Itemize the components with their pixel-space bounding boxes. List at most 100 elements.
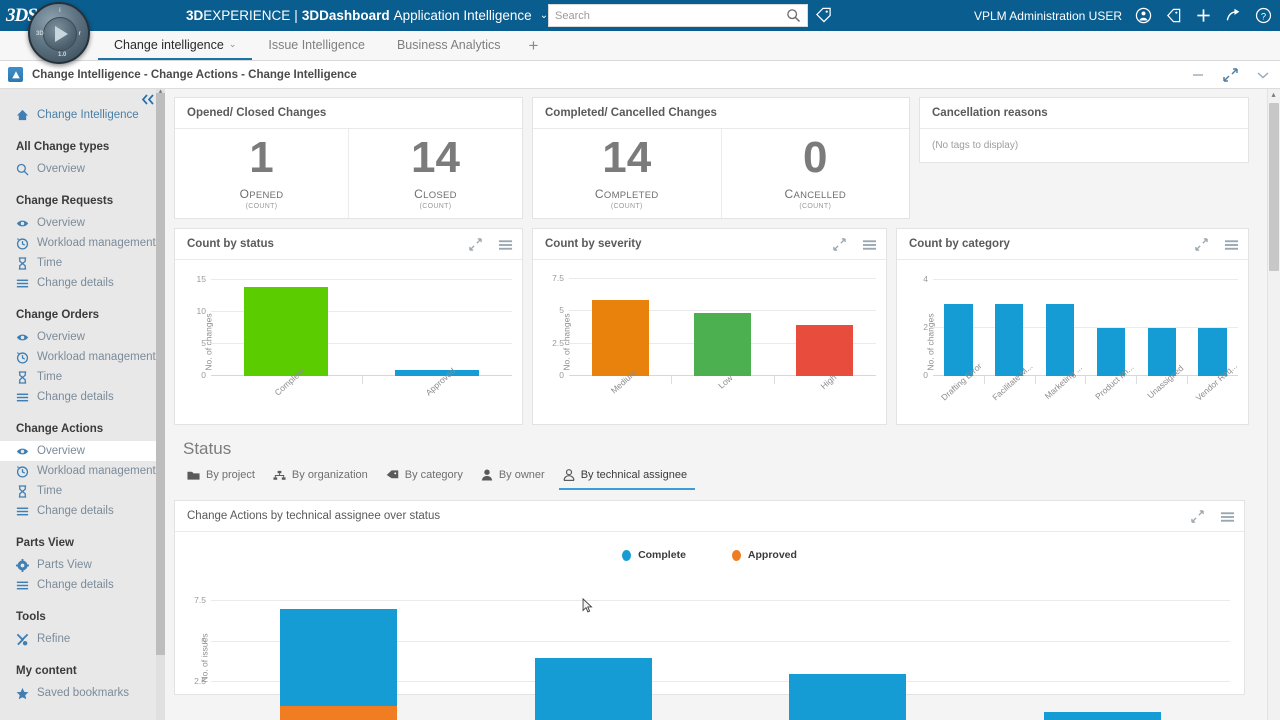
tag-icon[interactable] (815, 6, 832, 28)
kpi-label-rest: ANCELLED (793, 190, 846, 201)
chart-row: Count by status No. of changes 051015 Co… (174, 228, 1258, 425)
bar-segment-complete[interactable] (1044, 712, 1161, 720)
sidebar-item-change-details[interactable]: Change details (0, 575, 165, 595)
expand-icon[interactable] (1223, 68, 1238, 82)
person-icon (481, 469, 493, 481)
sidebar-item-refine[interactable]: Refine (0, 629, 165, 649)
stacked-bar[interactable] (1044, 712, 1161, 720)
y-axis-tick: 5 (559, 305, 564, 315)
kpi-value: 14 (602, 137, 651, 179)
search-input[interactable] (549, 5, 779, 26)
sidebar-item-change-intelligence[interactable]: Change Intelligence (0, 105, 165, 125)
tag-icon[interactable] (1165, 7, 1182, 24)
card-assignee-over-status: Change Actions by technical assignee ove… (174, 500, 1245, 695)
add-tab-button[interactable]: + (516, 31, 550, 60)
sidebar-item-time[interactable]: Time (0, 367, 165, 387)
kpi-unit: (COUNT) (246, 203, 278, 210)
chart-count-by-status: No. of changes 051015 CompleteApproved (175, 260, 522, 424)
compass-east-label: r (79, 31, 81, 37)
help-icon[interactable]: ? (1255, 7, 1272, 24)
sidebar-item-workload-management[interactable]: Workload management (0, 461, 165, 481)
sidebar-group-tools: Tools (0, 609, 165, 624)
bar[interactable] (1046, 304, 1074, 376)
x-label-slot: Low (671, 376, 773, 420)
clock-icon (16, 351, 29, 364)
sidebar-item-change-details[interactable]: Change details (0, 501, 165, 521)
sidebar-item-workload-management[interactable]: Workload management (0, 347, 165, 367)
bar[interactable] (592, 300, 649, 376)
status-tab-by-project[interactable]: By project (183, 465, 269, 490)
kpi-label: OPENED (240, 187, 284, 201)
bar-segment-complete[interactable] (535, 658, 652, 720)
bar-slot (569, 270, 671, 376)
stacked-bar[interactable] (789, 674, 906, 720)
sidebar-collapse-button[interactable] (141, 94, 155, 108)
card-actions (1195, 229, 1239, 260)
bar-segment-approved[interactable] (280, 706, 397, 720)
sidebar-item-workload-management[interactable]: Workload management (0, 233, 165, 253)
legend-item-complete[interactable]: Complete (622, 549, 686, 561)
bar[interactable] (944, 304, 972, 376)
menu-icon[interactable] (1224, 239, 1239, 251)
menu-icon[interactable] (862, 239, 877, 251)
tools-icon (16, 633, 29, 646)
bar[interactable] (995, 304, 1023, 376)
scroll-up-icon[interactable]: ▴ (1269, 90, 1278, 102)
chevron-down-icon[interactable]: ⌄ (540, 10, 548, 21)
sidebar-item-overview[interactable]: Overview (0, 441, 165, 461)
sidebar-item-change-details[interactable]: Change details (0, 273, 165, 293)
compass-button[interactable]: i 3D r 1.0 (28, 2, 90, 64)
bar[interactable] (796, 325, 853, 376)
sidebar-item-overview[interactable]: Overview (0, 159, 165, 179)
user-name[interactable]: VPLM Administration USER (974, 9, 1122, 23)
brand-suffix: EXPERIENCE (203, 8, 290, 23)
user-icon[interactable] (1135, 7, 1152, 24)
status-tab-by-category[interactable]: By category (382, 465, 477, 490)
x-label-slot: Approved (362, 376, 513, 420)
sidebar-item-time[interactable]: Time (0, 481, 165, 501)
content-scroll-thumb[interactable] (1269, 103, 1279, 271)
sidebar-scroll-thumb[interactable] (156, 93, 165, 655)
sidebar-item-overview[interactable]: Overview (0, 327, 165, 347)
menu-icon[interactable] (1220, 511, 1235, 523)
expand-icon[interactable] (469, 238, 482, 251)
chevron-down-icon[interactable] (1256, 70, 1270, 80)
content-scrollbar[interactable]: ▴ ▾ (1267, 89, 1280, 720)
stacked-bar[interactable] (535, 658, 652, 720)
star-icon (16, 687, 29, 700)
tab-issue-intelligence[interactable]: Issue Intelligence (252, 31, 381, 60)
expand-icon[interactable] (1195, 238, 1208, 251)
sidebar-item-parts-view[interactable]: Parts View (0, 555, 165, 575)
expand-icon[interactable] (1191, 510, 1204, 523)
stacked-bar[interactable] (280, 609, 397, 720)
search-icon[interactable] (779, 5, 807, 26)
status-tab-by-owner[interactable]: By owner (477, 465, 559, 490)
sidebar-scrollbar[interactable]: ▴ (156, 89, 165, 720)
tab-business-analytics[interactable]: Business Analytics (381, 31, 517, 60)
bar-segment-complete[interactable] (280, 609, 397, 705)
search-icon (16, 163, 29, 176)
share-icon[interactable] (1225, 7, 1242, 24)
kpi-opened: 1 OPENED (COUNT) (175, 129, 348, 218)
bar-segment-complete[interactable] (789, 674, 906, 720)
status-tab-by-technical-assignee[interactable]: By technical assignee (559, 465, 695, 490)
sidebar-item-change-details[interactable]: Change details (0, 387, 165, 407)
legend-item-approved[interactable]: Approved (732, 549, 797, 561)
sidebar-item-time[interactable]: Time (0, 253, 165, 273)
plus-icon[interactable] (1195, 7, 1212, 24)
global-search[interactable] (548, 4, 808, 27)
chevron-down-icon[interactable]: ⌄ (229, 39, 237, 50)
status-tab-by-organization[interactable]: By organization (269, 465, 382, 490)
x-label-slot: Facilitate M... (984, 376, 1035, 420)
minimize-icon[interactable] (1191, 69, 1205, 81)
sidebar-item-saved-bookmarks[interactable]: Saved bookmarks (0, 683, 165, 703)
kpi-completed: 14 COMPLETED (COUNT) (533, 129, 721, 218)
tab-label: Business Analytics (397, 38, 501, 52)
x-label-slot: Medium (569, 376, 671, 420)
tab-change-intelligence[interactable]: Change intelligence ⌄ (98, 31, 252, 60)
bar[interactable] (694, 313, 751, 376)
menu-icon[interactable] (498, 239, 513, 251)
sidebar-item-overview[interactable]: Overview (0, 213, 165, 233)
bar[interactable] (244, 287, 328, 376)
expand-icon[interactable] (833, 238, 846, 251)
